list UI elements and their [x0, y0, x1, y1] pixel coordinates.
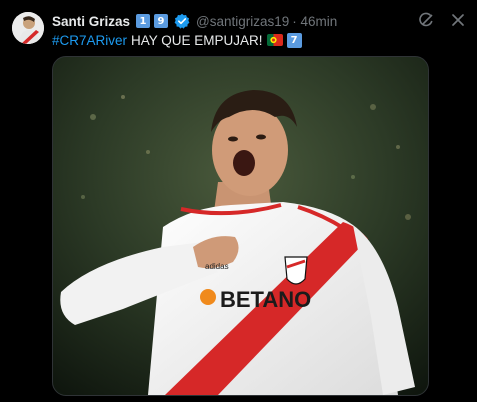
keycap-badge: 1	[136, 14, 151, 28]
tweet-message: HAY QUE EMPUJAR!	[131, 32, 263, 48]
portugal-flag-icon	[266, 34, 283, 46]
author-handle[interactable]: @santigrizas19	[196, 14, 289, 29]
tweet-header: Santi Grizas 1 9 @santigrizas19 · 46min	[52, 11, 407, 31]
tweet-time[interactable]: · 46min	[292, 14, 337, 29]
keycap-badge: 9	[154, 14, 169, 28]
photo-image: BETANO adidas	[53, 57, 428, 395]
keycap-badge: 7	[286, 32, 302, 48]
close-icon[interactable]	[449, 11, 467, 29]
avatar[interactable]	[12, 12, 44, 44]
hashtag-link[interactable]: #CR7ARiver	[52, 33, 127, 48]
grok-icon[interactable]	[417, 11, 435, 29]
tweet-text: #CR7ARiver HAY QUE EMPUJAR! 7	[52, 31, 303, 49]
sponsor-logo: BETANO	[220, 287, 311, 312]
header-actions	[417, 11, 467, 29]
verified-icon	[174, 13, 190, 29]
brand-logo: adidas	[205, 262, 229, 271]
tweet-photo[interactable]: BETANO adidas	[52, 56, 429, 396]
author-name[interactable]: Santi Grizas	[52, 14, 130, 29]
tweet[interactable]: Santi Grizas 1 9 @santigrizas19 · 46min …	[0, 0, 477, 402]
